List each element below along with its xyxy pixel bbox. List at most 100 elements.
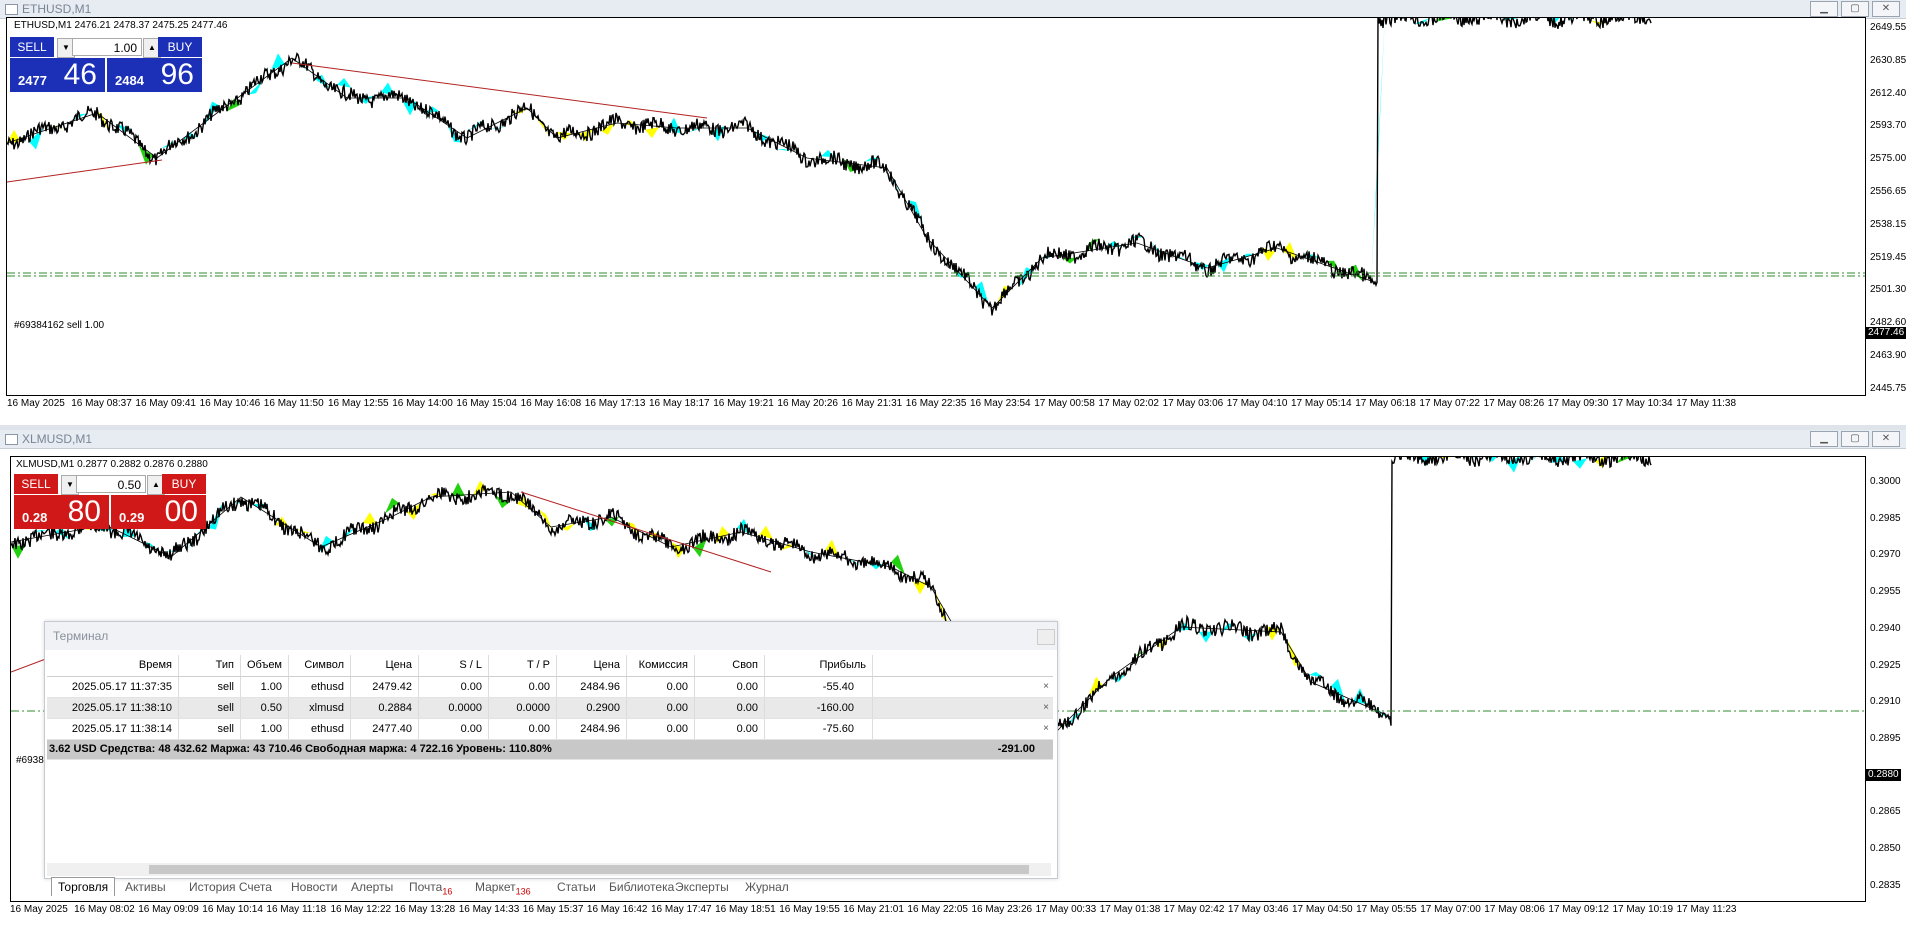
close-position-icon[interactable]: × bbox=[1043, 677, 1049, 697]
maximize-icon[interactable]: ▢ bbox=[1841, 1, 1869, 17]
terminal-titlebar[interactable]: Терминал bbox=[45, 622, 1057, 650]
cell-profit: -55.40 bbox=[765, 677, 873, 697]
lot-input[interactable]: 1.00 bbox=[72, 38, 142, 56]
cell-price: 2479.42 bbox=[351, 677, 419, 697]
time-label: 17 May 11:38 bbox=[1676, 398, 1737, 409]
time-label: 17 May 02:02 bbox=[1098, 398, 1159, 409]
price-label: 0.2940 bbox=[1870, 622, 1901, 634]
sell-button[interactable]: SELL bbox=[10, 37, 54, 57]
sell-quote[interactable]: 2477 46 bbox=[10, 58, 105, 92]
time-label: 17 May 10:34 bbox=[1612, 398, 1673, 409]
close-position-icon[interactable]: × bbox=[1043, 719, 1049, 739]
tab-5[interactable]: Почта16 bbox=[409, 878, 452, 896]
minimize-icon[interactable]: ▁ bbox=[1810, 1, 1838, 17]
time-label: 16 May 15:37 bbox=[522, 904, 584, 915]
close-icon[interactable]: ✕ bbox=[1872, 1, 1900, 17]
trend-fill-shape bbox=[535, 115, 549, 137]
tab-6[interactable]: Маркет136 bbox=[475, 878, 531, 896]
cell-price: 2477.40 bbox=[351, 719, 419, 739]
price-label: 2612.40 bbox=[1870, 87, 1906, 99]
tab-4[interactable]: Алерты bbox=[351, 878, 393, 896]
column-header[interactable]: Прибыль bbox=[765, 655, 873, 676]
cell-swap: 0.00 bbox=[695, 719, 765, 739]
column-header[interactable]: Объем bbox=[241, 655, 289, 676]
minimize-icon[interactable]: ▁ bbox=[1810, 431, 1838, 447]
tab-3[interactable]: Новости bbox=[291, 878, 337, 896]
trade-table: Время Тип Объем Символ Цена S / LT / P Цена Ком… bbox=[47, 655, 1053, 760]
chart-window-icon bbox=[5, 434, 18, 445]
tab-label: Библиотека bbox=[609, 880, 675, 894]
time-label: 16 May 22:05 bbox=[907, 904, 968, 915]
tab-label: Эксперты bbox=[675, 880, 729, 894]
column-header[interactable]: T / P bbox=[489, 655, 557, 676]
window-title: ETHUSD,M1 bbox=[22, 2, 92, 16]
time-label: 16 May 21:31 bbox=[841, 398, 903, 409]
price-chart-ethusd[interactable] bbox=[6, 17, 1866, 396]
buy-button[interactable]: BUY bbox=[162, 474, 206, 494]
account-summary-row: 3.62 USD Средства: 48 432.62 Маржа: 43 7… bbox=[47, 740, 1053, 760]
close-icon[interactable] bbox=[1037, 629, 1055, 645]
column-header[interactable]: Время bbox=[47, 655, 179, 676]
cell-tp: 0.0000 bbox=[489, 698, 557, 718]
tab-badge: 16 bbox=[442, 886, 453, 897]
tab-1[interactable]: Активы bbox=[125, 878, 166, 896]
column-header[interactable]: S / L bbox=[419, 655, 489, 676]
tab-10[interactable]: Журнал bbox=[745, 878, 789, 896]
tab-7[interactable]: Статьи bbox=[557, 878, 596, 896]
symbol-info: ETHUSD,M1 2476.21 2478.37 2475.25 2477.4… bbox=[14, 20, 228, 31]
tab-9[interactable]: Эксперты bbox=[675, 878, 729, 896]
column-header[interactable]: Своп bbox=[695, 655, 765, 676]
tab-0[interactable]: Торговля bbox=[51, 877, 116, 896]
table-row[interactable]: 2025.05.17 11:38:10 sell 0.50 xlmusd 0.2884 0… bbox=[47, 698, 1053, 719]
time-label: 16 May 20:26 bbox=[777, 398, 838, 409]
close-position-icon[interactable]: × bbox=[1043, 698, 1049, 718]
price-label: 2538.15 bbox=[1870, 218, 1906, 230]
price-label: 0.2925 bbox=[1870, 659, 1901, 671]
symbol-info: XLMUSD,M1 0.2877 0.2882 0.2876 0.2880 bbox=[16, 459, 208, 470]
buy-quote[interactable]: 2484 96 bbox=[107, 58, 202, 92]
column-header[interactable]: Символ bbox=[289, 655, 351, 676]
table-header: Время Тип Объем Символ Цена S / LT / P Цена Ком… bbox=[47, 655, 1053, 677]
table-row[interactable]: 2025.05.17 11:37:35 sell 1.00 ethusd 2479.42… bbox=[47, 677, 1053, 698]
column-header[interactable]: Тип bbox=[179, 655, 241, 676]
trend-fill-shape bbox=[645, 127, 659, 139]
column-header[interactable]: Комиссия bbox=[627, 655, 695, 676]
time-label: 17 May 03:46 bbox=[1227, 904, 1289, 915]
current-price-tag: 2477.46 bbox=[1866, 327, 1906, 339]
tab-2[interactable]: История Счета bbox=[189, 878, 272, 896]
time-label: 16 May 17:13 bbox=[584, 398, 646, 409]
tab-label: Новости bbox=[291, 880, 338, 894]
column-header[interactable]: Цена bbox=[351, 655, 419, 676]
buy-button[interactable]: BUY bbox=[158, 37, 202, 57]
order-label: #6938 bbox=[16, 755, 44, 766]
price-label: 2445.75 bbox=[1870, 382, 1906, 394]
chart-window-ethusd[interactable]: ETHUSD,M1 ▁ ▢ ✕ ETHUSD,M1 2476.21 2478.37 … bbox=[0, 0, 1906, 425]
close-icon[interactable]: ✕ bbox=[1872, 431, 1900, 447]
time-label: 16 May 18:17 bbox=[649, 398, 710, 409]
time-label: 17 May 05:55 bbox=[1356, 904, 1417, 915]
tab-8[interactable]: Библиотека bbox=[609, 878, 674, 896]
buy-quote[interactable]: 0.29 00 bbox=[111, 495, 206, 529]
time-label: 17 May 08:26 bbox=[1483, 398, 1545, 409]
scrollbar-thumb[interactable] bbox=[149, 865, 1029, 874]
terminal-panel[interactable]: Терминал Время Тип Объем Символ Цена S / LT /… bbox=[44, 621, 1058, 896]
column-header[interactable]: Цена bbox=[557, 655, 627, 676]
trend-fill-shape bbox=[733, 121, 747, 132]
maximize-icon[interactable]: ▢ bbox=[1841, 431, 1869, 447]
tab-badge: 136 bbox=[515, 886, 531, 897]
time-label: 17 May 08:06 bbox=[1484, 904, 1545, 915]
table-row[interactable]: 2025.05.17 11:38:14 sell 1.00 ethusd 2477.40… bbox=[47, 719, 1053, 740]
sell-quote[interactable]: 0.28 80 bbox=[14, 495, 109, 529]
sell-button[interactable]: SELL bbox=[14, 474, 58, 494]
window-title: XLMUSD,M1 bbox=[22, 432, 93, 446]
time-label: 17 May 09:30 bbox=[1547, 398, 1609, 409]
window-titlebar[interactable]: XLMUSD,M1 ▁ ▢ ✕ bbox=[0, 430, 1906, 449]
time-label: 16 May 16:08 bbox=[520, 398, 582, 409]
price-label: 0.3000 bbox=[1870, 476, 1901, 487]
time-label: 16 May 19:21 bbox=[713, 398, 774, 409]
trend-fill-shape bbox=[935, 590, 949, 626]
lot-input[interactable]: 0.50 bbox=[76, 475, 146, 493]
horizontal-scrollbar[interactable] bbox=[47, 863, 1051, 876]
tab-label: Журнал bbox=[745, 880, 789, 894]
cell-volume: 1.00 bbox=[241, 677, 289, 697]
